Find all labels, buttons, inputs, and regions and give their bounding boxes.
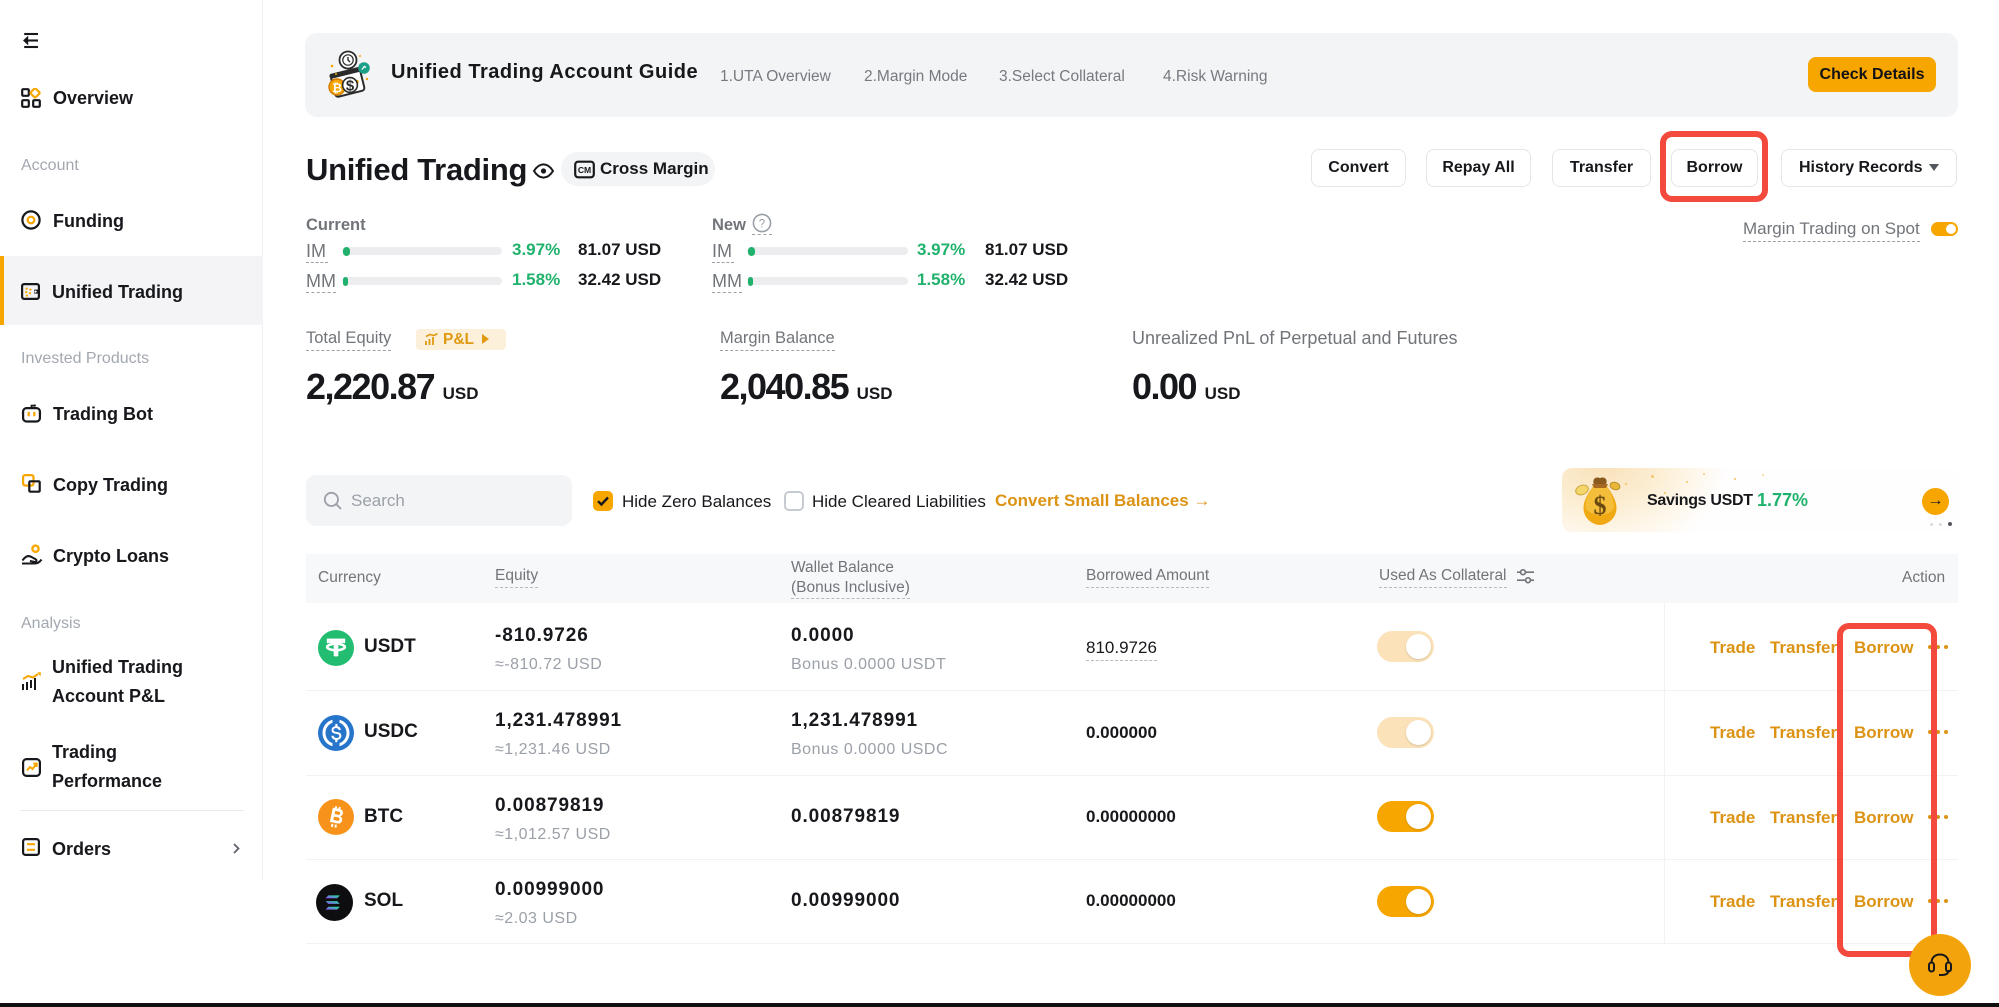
svg-text:$: $: [1594, 491, 1607, 520]
svg-text:?: ?: [759, 218, 765, 230]
svg-text:$: $: [346, 78, 355, 95]
svg-text:₿: ₿: [332, 81, 342, 95]
svg-text:CM: CM: [578, 165, 591, 175]
